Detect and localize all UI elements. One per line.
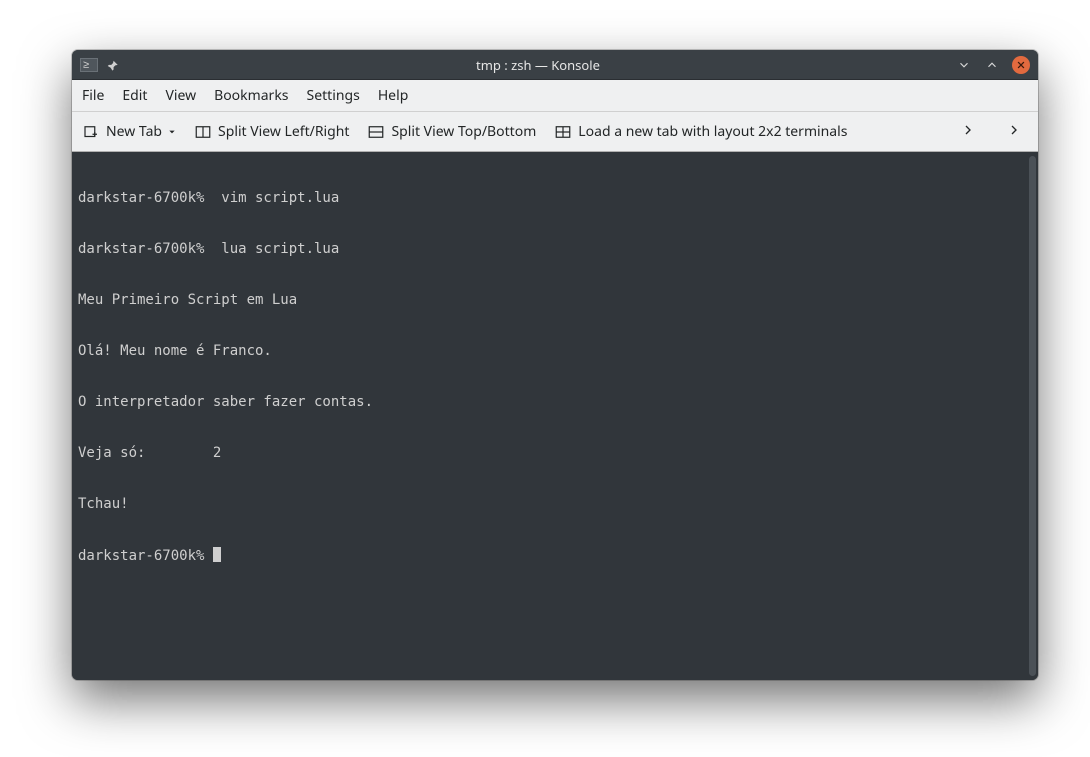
terminal-line: darkstar-6700k% vim script.lua [78,190,1032,207]
maximize-button[interactable] [984,57,1000,73]
menu-file[interactable]: File [82,86,104,105]
load-layout-label: Load a new tab with layout 2x2 terminals [578,122,847,141]
terminal-line: O interpretador saber fazer contas. [78,394,1032,411]
titlebar[interactable]: tmp : zsh — Konsole [72,50,1038,80]
terminal-line: Veja só: 2 [78,445,1032,462]
konsole-window: tmp : zsh — Konsole File Edit View Bookm… [72,50,1038,680]
terminal-prompt: darkstar-6700k% [78,548,213,564]
pin-icon[interactable] [106,58,120,72]
terminal-line: Tchau! [78,496,1032,513]
menu-edit[interactable]: Edit [122,86,147,105]
split-lr-icon [194,123,212,141]
menu-bookmarks[interactable]: Bookmarks [214,86,288,105]
scrollbar[interactable] [1029,156,1036,676]
toolbar-chevron-right-1[interactable] [954,120,982,144]
toolbar: New Tab Split View Left/Right Split View… [72,112,1038,152]
terminal-line: Meu Primeiro Script em Lua [78,292,1032,309]
split-lr-label: Split View Left/Right [218,122,349,141]
cursor-icon [213,547,221,562]
split-tb-label: Split View Top/Bottom [391,122,536,141]
new-tab-label: New Tab [106,122,162,141]
dropdown-icon [168,128,176,136]
new-tab-icon [82,123,100,141]
minimize-button[interactable] [956,57,972,73]
split-view-tb-button[interactable]: Split View Top/Bottom [367,122,536,141]
new-tab-button[interactable]: New Tab [82,122,176,141]
window-title: tmp : zsh — Konsole [120,56,956,74]
terminal-line: darkstar-6700k% lua script.lua [78,241,1032,258]
terminal-line: Olá! Meu nome é Franco. [78,343,1032,360]
terminal-area[interactable]: darkstar-6700k% vim script.lua darkstar-… [72,152,1038,680]
grid-icon [554,123,572,141]
menu-settings[interactable]: Settings [307,86,360,105]
menu-help[interactable]: Help [378,86,409,105]
terminal-prompt-line: darkstar-6700k% [78,547,1032,565]
load-layout-button[interactable]: Load a new tab with layout 2x2 terminals [554,122,847,141]
menubar: File Edit View Bookmarks Settings Help [72,80,1038,112]
split-view-lr-button[interactable]: Split View Left/Right [194,122,349,141]
split-tb-icon [367,123,385,141]
close-button[interactable] [1012,56,1030,74]
terminal-icon [80,58,98,72]
menu-view[interactable]: View [165,86,196,105]
toolbar-chevron-right-2[interactable] [1000,120,1028,144]
